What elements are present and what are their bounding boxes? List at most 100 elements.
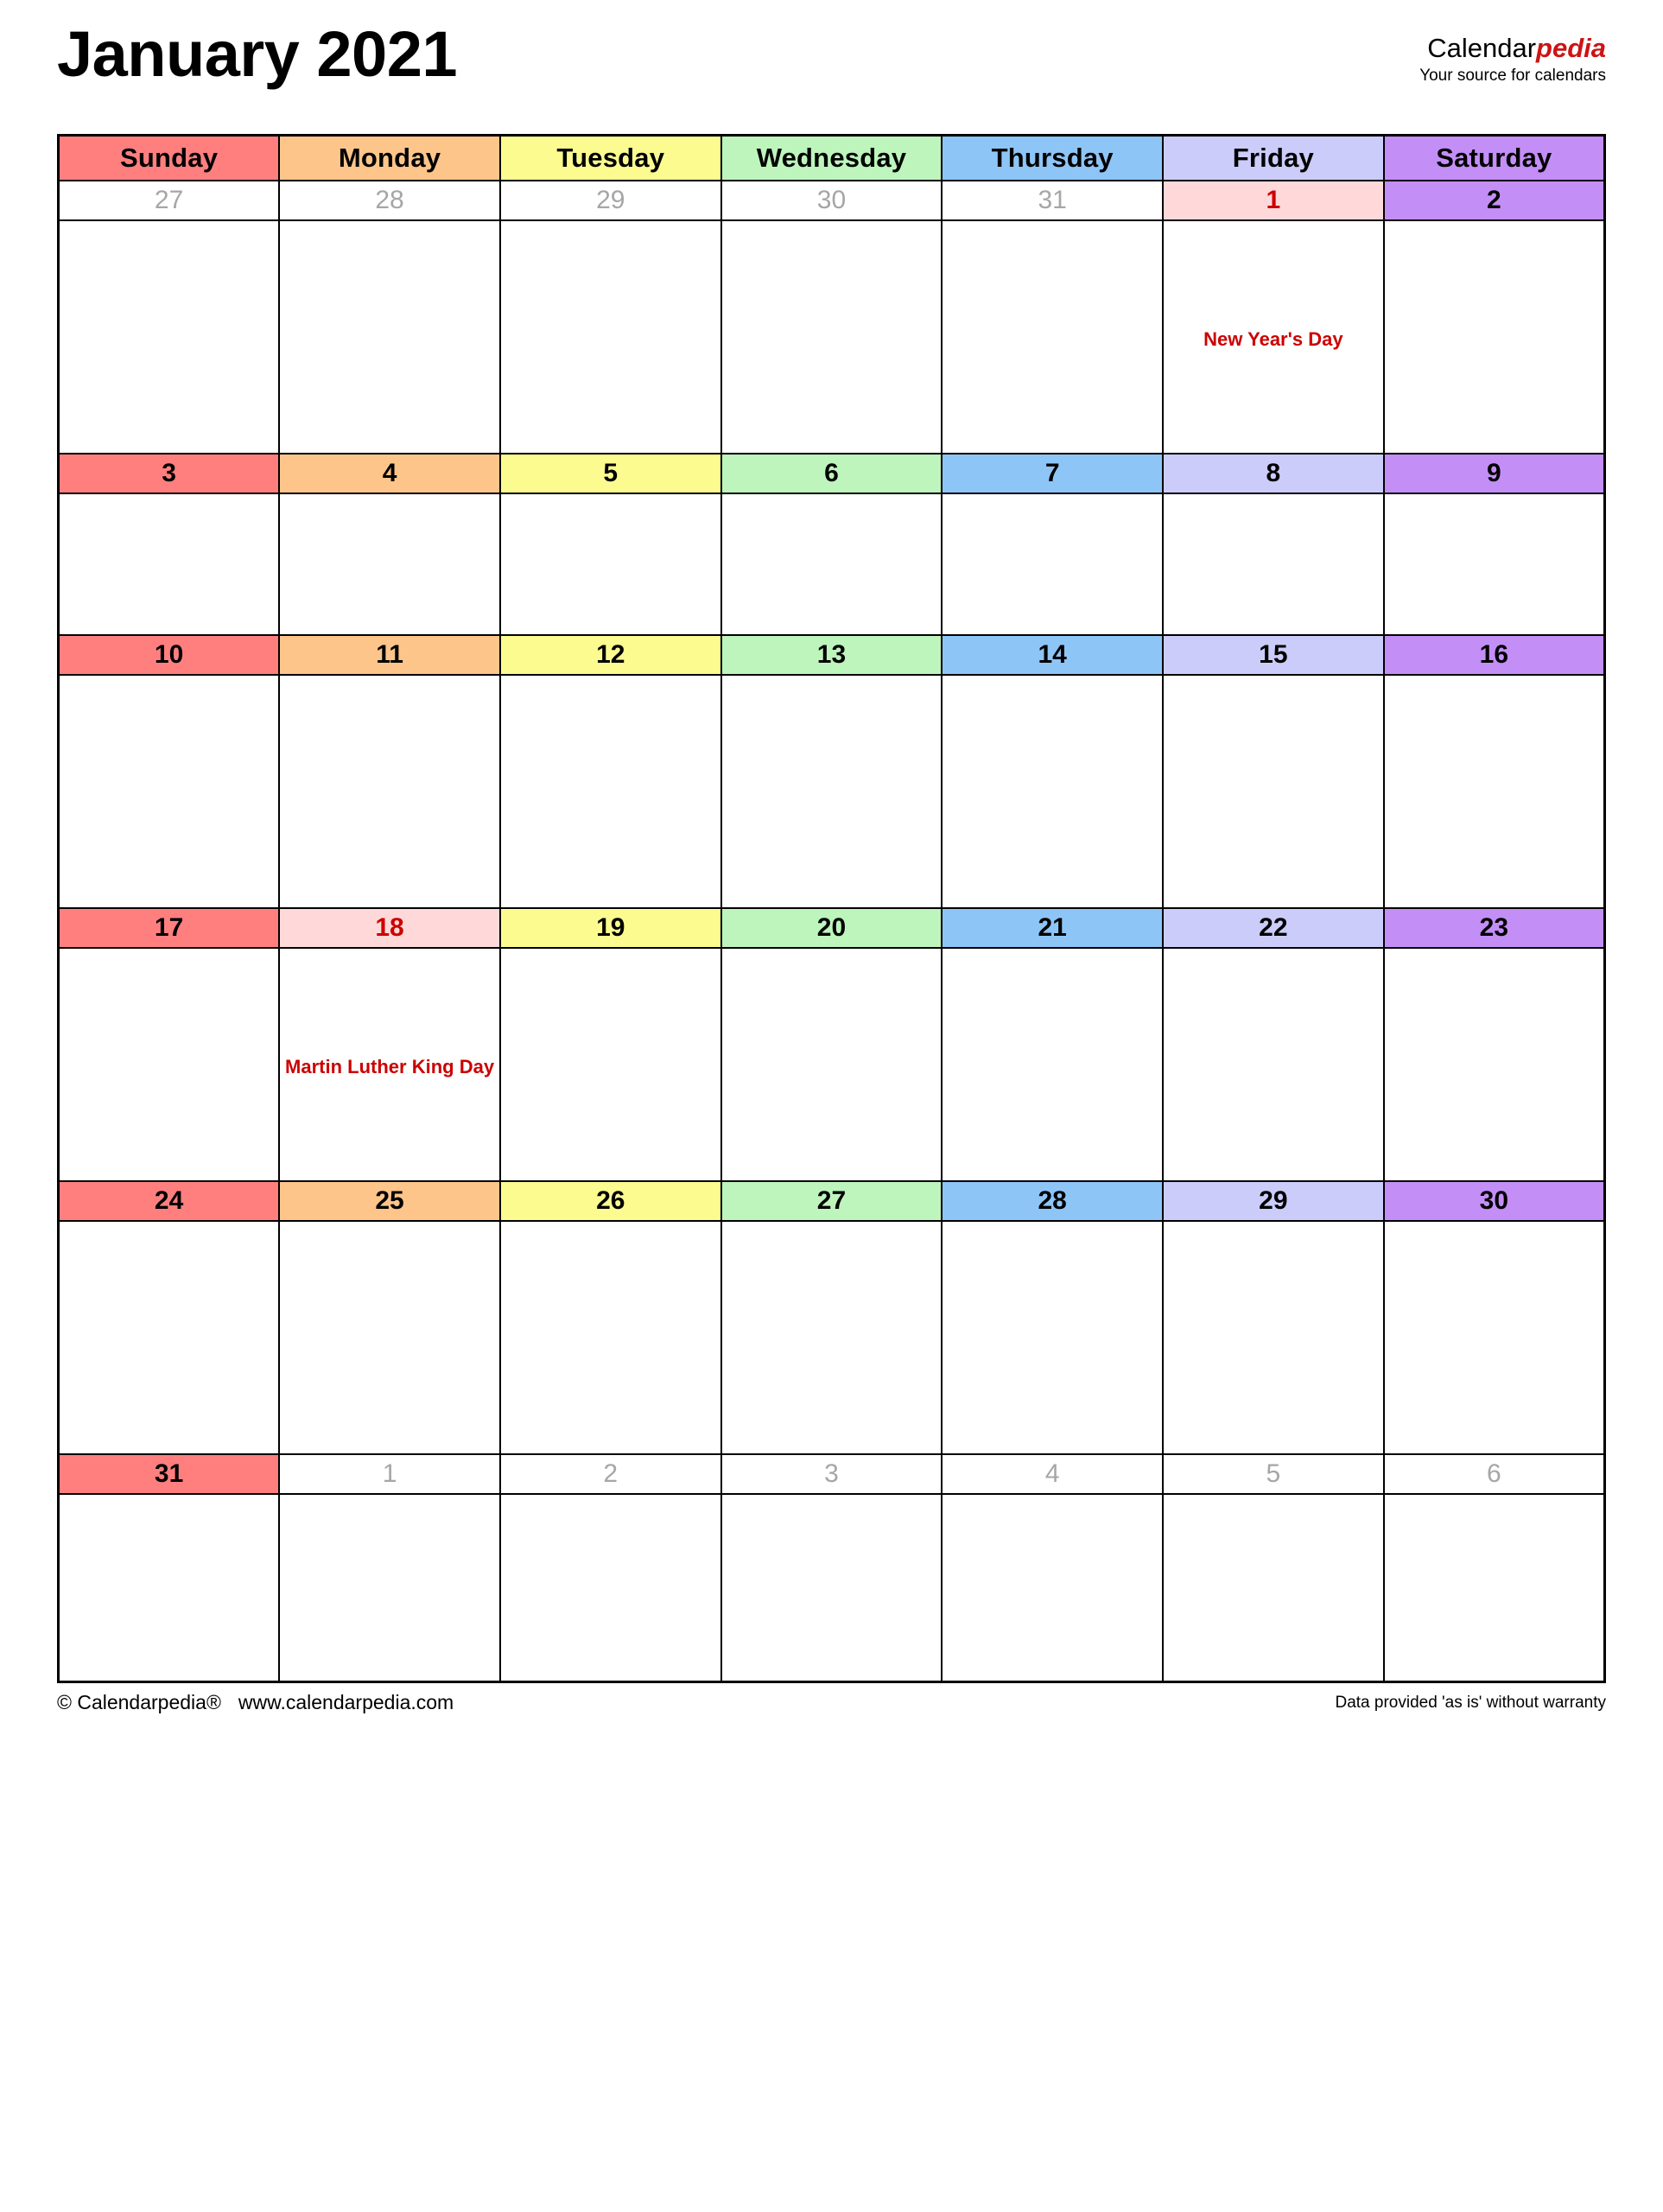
date-cell-number[interactable]: 30 [1382,1180,1606,1222]
date-cell-number[interactable]: 2 [1382,180,1606,221]
date-cell-number[interactable]: 6 [1382,1453,1606,1495]
date-cell-number[interactable]: 15 [1162,634,1385,676]
weekday-header-thursday: Thursday [941,134,1165,181]
weekday-header-saturday: Saturday [1382,134,1606,181]
day-content-cell[interactable] [720,1493,943,1683]
day-content-cell[interactable] [278,674,501,909]
day-content-cell[interactable] [498,1493,722,1683]
date-cell-number[interactable]: 28 [278,180,501,221]
date-cell-number[interactable]: 27 [720,1180,943,1222]
day-content-cell[interactable] [720,493,943,636]
date-number-row: 24 25 26 27 28 29 30 [57,1180,1606,1222]
date-cell-number[interactable]: 27 [57,180,281,221]
date-cell-number[interactable]: 13 [720,634,943,676]
calendarpedia-logo: Calendarpedia Your source for calendars [1419,0,1606,84]
day-content-cell[interactable] [57,1220,281,1455]
date-cell-number[interactable]: 12 [498,634,722,676]
date-number-row: 31 1 2 3 4 5 6 [57,1453,1606,1495]
day-content-cell[interactable] [1382,947,1606,1182]
date-cell-number[interactable]: 21 [941,907,1165,949]
date-cell-number[interactable]: 2 [498,1453,722,1495]
date-cell-number[interactable]: 4 [941,1453,1165,1495]
date-cell-number-holiday[interactable]: 1 [1162,180,1385,221]
date-cell-number[interactable]: 10 [57,634,281,676]
day-content-cell[interactable] [57,947,281,1182]
day-content-cell[interactable] [941,493,1165,636]
day-content-cell[interactable] [941,947,1165,1182]
date-cell-number[interactable]: 24 [57,1180,281,1222]
day-content-cell[interactable] [1162,493,1385,636]
day-content-cell[interactable] [1382,219,1606,454]
date-cell-number[interactable]: 31 [57,1453,281,1495]
date-cell-number-holiday[interactable]: 18 [278,907,501,949]
brand-wordmark: Calendarpedia [1419,33,1606,63]
footer-website-link[interactable]: www.calendarpedia.com [238,1691,454,1713]
weekday-header-wednesday: Wednesday [720,134,943,181]
date-cell-number[interactable]: 19 [498,907,722,949]
week-body-row [57,1493,1606,1683]
day-content-cell[interactable] [720,674,943,909]
date-cell-number[interactable]: 28 [941,1180,1165,1222]
day-content-cell[interactable] [1162,674,1385,909]
day-content-cell[interactable] [278,493,501,636]
day-content-cell[interactable] [941,674,1165,909]
date-cell-number[interactable]: 26 [498,1180,722,1222]
day-content-cell[interactable] [498,1220,722,1455]
weekday-header-tuesday: Tuesday [498,134,722,181]
day-content-cell[interactable] [498,219,722,454]
date-cell-number[interactable]: 29 [1162,1180,1385,1222]
day-content-cell[interactable] [498,674,722,909]
date-cell-number[interactable]: 31 [941,180,1165,221]
day-content-cell[interactable] [941,1220,1165,1455]
day-content-cell[interactable] [720,1220,943,1455]
day-content-cell[interactable] [720,947,943,1182]
day-content-cell[interactable] [498,493,722,636]
day-content-cell[interactable] [57,493,281,636]
day-content-cell[interactable] [57,219,281,454]
day-content-cell[interactable] [498,947,722,1182]
day-content-cell[interactable] [1382,674,1606,909]
date-cell-number[interactable]: 3 [57,453,281,494]
day-content-cell[interactable] [1382,1493,1606,1683]
date-cell-number[interactable]: 16 [1382,634,1606,676]
week-body-row [57,1220,1606,1455]
date-cell-number[interactable]: 29 [498,180,722,221]
day-content-cell[interactable]: Martin Luther King Day [278,947,501,1182]
brand-name-black: Calendar [1427,33,1537,63]
date-cell-number[interactable]: 3 [720,1453,943,1495]
day-content-cell[interactable] [278,219,501,454]
day-content-cell[interactable] [57,1493,281,1683]
day-content-cell[interactable] [1382,1220,1606,1455]
day-content-cell[interactable] [278,1493,501,1683]
date-cell-number[interactable]: 1 [278,1453,501,1495]
date-cell-number[interactable]: 14 [941,634,1165,676]
date-cell-number[interactable]: 20 [720,907,943,949]
date-cell-number[interactable]: 8 [1162,453,1385,494]
date-cell-number[interactable]: 4 [278,453,501,494]
date-cell-number[interactable]: 5 [498,453,722,494]
day-content-cell[interactable] [57,674,281,909]
date-cell-number[interactable]: 6 [720,453,943,494]
day-content-cell[interactable] [941,219,1165,454]
date-cell-number[interactable]: 5 [1162,1453,1385,1495]
day-content-cell[interactable] [278,1220,501,1455]
footer-copyright-group: © Calendarpedia® www.calendarpedia.com [57,1691,454,1714]
week-body-row: New Year's Day [57,219,1606,454]
week-body-row [57,674,1606,909]
day-content-cell[interactable]: New Year's Day [1162,219,1385,454]
day-content-cell[interactable] [1382,493,1606,636]
calendar-page: January 2021 Calendarpedia Your source f… [0,0,1663,2212]
date-cell-number[interactable]: 23 [1382,907,1606,949]
day-content-cell[interactable] [941,1493,1165,1683]
day-content-cell[interactable] [720,219,943,454]
day-content-cell[interactable] [1162,1493,1385,1683]
date-cell-number[interactable]: 17 [57,907,281,949]
day-content-cell[interactable] [1162,1220,1385,1455]
date-cell-number[interactable]: 22 [1162,907,1385,949]
date-cell-number[interactable]: 25 [278,1180,501,1222]
day-content-cell[interactable] [1162,947,1385,1182]
date-cell-number[interactable]: 9 [1382,453,1606,494]
date-cell-number[interactable]: 11 [278,634,501,676]
date-cell-number[interactable]: 30 [720,180,943,221]
date-cell-number[interactable]: 7 [941,453,1165,494]
